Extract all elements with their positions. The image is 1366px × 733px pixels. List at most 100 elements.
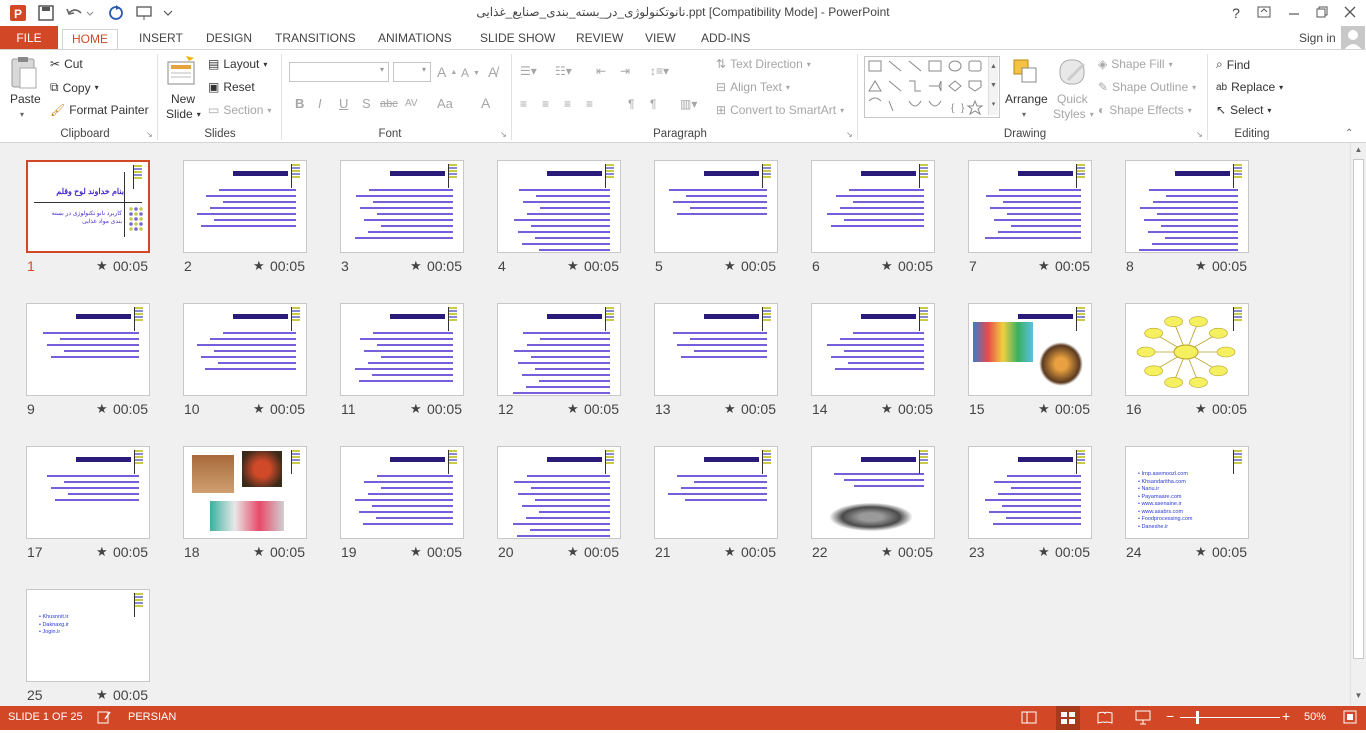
notes-icon[interactable]: [96, 709, 112, 728]
slide-thumbnail[interactable]: [654, 446, 778, 539]
slide-thumbnail[interactable]: [968, 303, 1092, 396]
line-spacing-icon[interactable]: ↕≡▾: [650, 64, 669, 78]
slide-thumbnail[interactable]: [26, 446, 150, 539]
normal-view-icon[interactable]: [1020, 709, 1038, 728]
slide-thumbnail[interactable]: • Khusnnit.ir • Daknaxg.ir • Jogin.ir: [26, 589, 150, 682]
copy-button[interactable]: ⧉ Copy ▾: [50, 80, 99, 95]
replace-button[interactable]: ab Replace ▾: [1216, 80, 1283, 94]
font-name-combo[interactable]: ▾: [289, 62, 389, 82]
change-case-button[interactable]: Aa: [437, 96, 453, 111]
new-slide-icon[interactable]: [166, 56, 198, 90]
paste-dropdown-icon[interactable]: ▾: [20, 110, 24, 119]
slide-thumbnail[interactable]: [183, 303, 307, 396]
shapes-scroll[interactable]: ▲ ▼ ▾: [988, 57, 998, 115]
shapes-gallery[interactable]: {}: [864, 56, 1000, 118]
tab-transitions[interactable]: TRANSITIONS: [266, 29, 365, 50]
tab-animations[interactable]: ANIMATIONS: [369, 29, 461, 50]
tab-add-ins[interactable]: ADD-INS: [692, 29, 759, 50]
columns-icon[interactable]: ▥▾: [680, 97, 697, 111]
slide-thumbnail[interactable]: [497, 446, 621, 539]
slide-thumbnail[interactable]: [968, 160, 1092, 253]
slide-thumbnail[interactable]: • Irnp.asemoozl.com • Khsandaritha.com • N…: [1125, 446, 1249, 539]
align-center-icon[interactable]: ≡: [542, 97, 549, 111]
slide-thumbnail[interactable]: [183, 160, 307, 253]
copy-dropdown-icon[interactable]: ▾: [95, 83, 99, 92]
shape-outline-button[interactable]: ✎ Shape Outline ▾: [1098, 80, 1196, 94]
decrease-indent-icon[interactable]: ⇤: [596, 64, 606, 78]
ribbon-display-icon[interactable]: [1250, 2, 1278, 24]
section-button[interactable]: ▭ Section ▾: [208, 103, 271, 117]
layout-button[interactable]: ▤ Layout ▾: [208, 57, 267, 71]
redo-icon[interactable]: [106, 3, 126, 23]
slide-sorter-view-icon[interactable]: [1056, 706, 1080, 730]
undo-icon[interactable]: [64, 3, 96, 23]
clipboard-launcher-icon[interactable]: ↘: [146, 130, 153, 139]
tab-slide-show[interactable]: SLIDE SHOW: [471, 29, 564, 50]
tab-home[interactable]: HOME: [62, 29, 118, 50]
slide-thumbnail[interactable]: [811, 303, 935, 396]
slide-thumbnail[interactable]: [340, 160, 464, 253]
avatar[interactable]: [1341, 26, 1365, 50]
slide-thumbnail[interactable]: [497, 303, 621, 396]
save-icon[interactable]: [36, 3, 56, 23]
slide-thumbnail[interactable]: [811, 160, 935, 253]
slide-thumbnail[interactable]: [183, 446, 307, 539]
convert-smartart-button[interactable]: ⊞ Convert to SmartArt ▾: [716, 103, 844, 117]
scroll-down-icon[interactable]: ▼: [1351, 691, 1366, 703]
zoom-level[interactable]: 50%: [1304, 711, 1326, 723]
new-slide-button[interactable]: New: [171, 92, 195, 106]
paragraph-launcher-icon[interactable]: ↘: [846, 130, 853, 139]
slide-thumbnail[interactable]: [340, 446, 464, 539]
fit-to-window-icon[interactable]: [1342, 709, 1358, 728]
justify-icon[interactable]: ≡: [586, 97, 593, 111]
drawing-launcher-icon[interactable]: ↘: [1196, 130, 1203, 139]
sign-in-link[interactable]: Sign in: [1290, 29, 1345, 50]
align-right-icon[interactable]: ≡: [564, 97, 571, 111]
slide-thumbnail[interactable]: [811, 446, 935, 539]
close-icon[interactable]: [1336, 2, 1364, 24]
rtl-icon[interactable]: ¶: [650, 97, 656, 111]
cut-button[interactable]: ✂ Cut: [50, 57, 83, 71]
increase-indent-icon[interactable]: ⇥: [620, 64, 630, 78]
italic-button[interactable]: I: [318, 96, 322, 111]
find-button[interactable]: ⌕ Find: [1216, 57, 1250, 72]
slide-thumbnail[interactable]: بنام خداوند لوح وقلم کاربرد نانو تکنولوژی…: [26, 160, 150, 253]
help-button[interactable]: ?: [1222, 2, 1250, 24]
arrange-icon[interactable]: [1010, 56, 1042, 88]
zoom-slider[interactable]: [1180, 717, 1280, 718]
shrink-font-icon[interactable]: A ▼: [461, 66, 480, 80]
slide-thumbnail[interactable]: [654, 303, 778, 396]
text-direction-button[interactable]: ⇅ Text Direction ▾: [716, 57, 811, 71]
ltr-icon[interactable]: ¶: [628, 97, 634, 111]
bullets-icon[interactable]: ☰▾: [520, 64, 537, 78]
restore-icon[interactable]: [1308, 2, 1336, 24]
arrange-button[interactable]: Arrange: [1005, 92, 1048, 106]
slideshow-view-icon[interactable]: [1134, 709, 1152, 728]
tab-design[interactable]: DESIGN: [197, 29, 261, 50]
language-indicator[interactable]: PERSIAN: [128, 711, 176, 723]
slide-thumbnail[interactable]: [497, 160, 621, 253]
slide-thumbnail[interactable]: [340, 303, 464, 396]
character-spacing-button[interactable]: AV: [405, 98, 418, 109]
tab-file[interactable]: FILE: [0, 26, 58, 50]
numbering-icon[interactable]: ☷▾: [555, 64, 572, 78]
scroll-thumb[interactable]: [1353, 159, 1364, 659]
quick-styles-label[interactable]: Styles ▾: [1053, 107, 1094, 121]
quick-styles-button[interactable]: Quick: [1057, 92, 1088, 106]
clear-formatting-icon[interactable]: A̸: [488, 64, 497, 80]
slide-thumbnail[interactable]: [1125, 303, 1249, 396]
align-left-icon[interactable]: ≡: [520, 97, 527, 111]
paste-icon[interactable]: [8, 56, 40, 92]
minimize-icon[interactable]: [1280, 2, 1308, 24]
vertical-scrollbar[interactable]: ▲ ▼: [1350, 143, 1366, 706]
new-slide-label[interactable]: Slide ▾: [166, 107, 201, 121]
zoom-slider-thumb[interactable]: [1196, 711, 1199, 724]
zoom-in-icon[interactable]: +: [1282, 708, 1290, 724]
start-slideshow-icon[interactable]: [134, 3, 158, 23]
strikethrough-button[interactable]: abc: [380, 98, 398, 110]
shadow-button[interactable]: S: [362, 96, 371, 111]
tab-view[interactable]: VIEW: [636, 29, 685, 50]
font-color-button[interactable]: A: [481, 95, 490, 111]
reading-view-icon[interactable]: [1096, 709, 1114, 728]
slide-thumbnail[interactable]: [26, 303, 150, 396]
